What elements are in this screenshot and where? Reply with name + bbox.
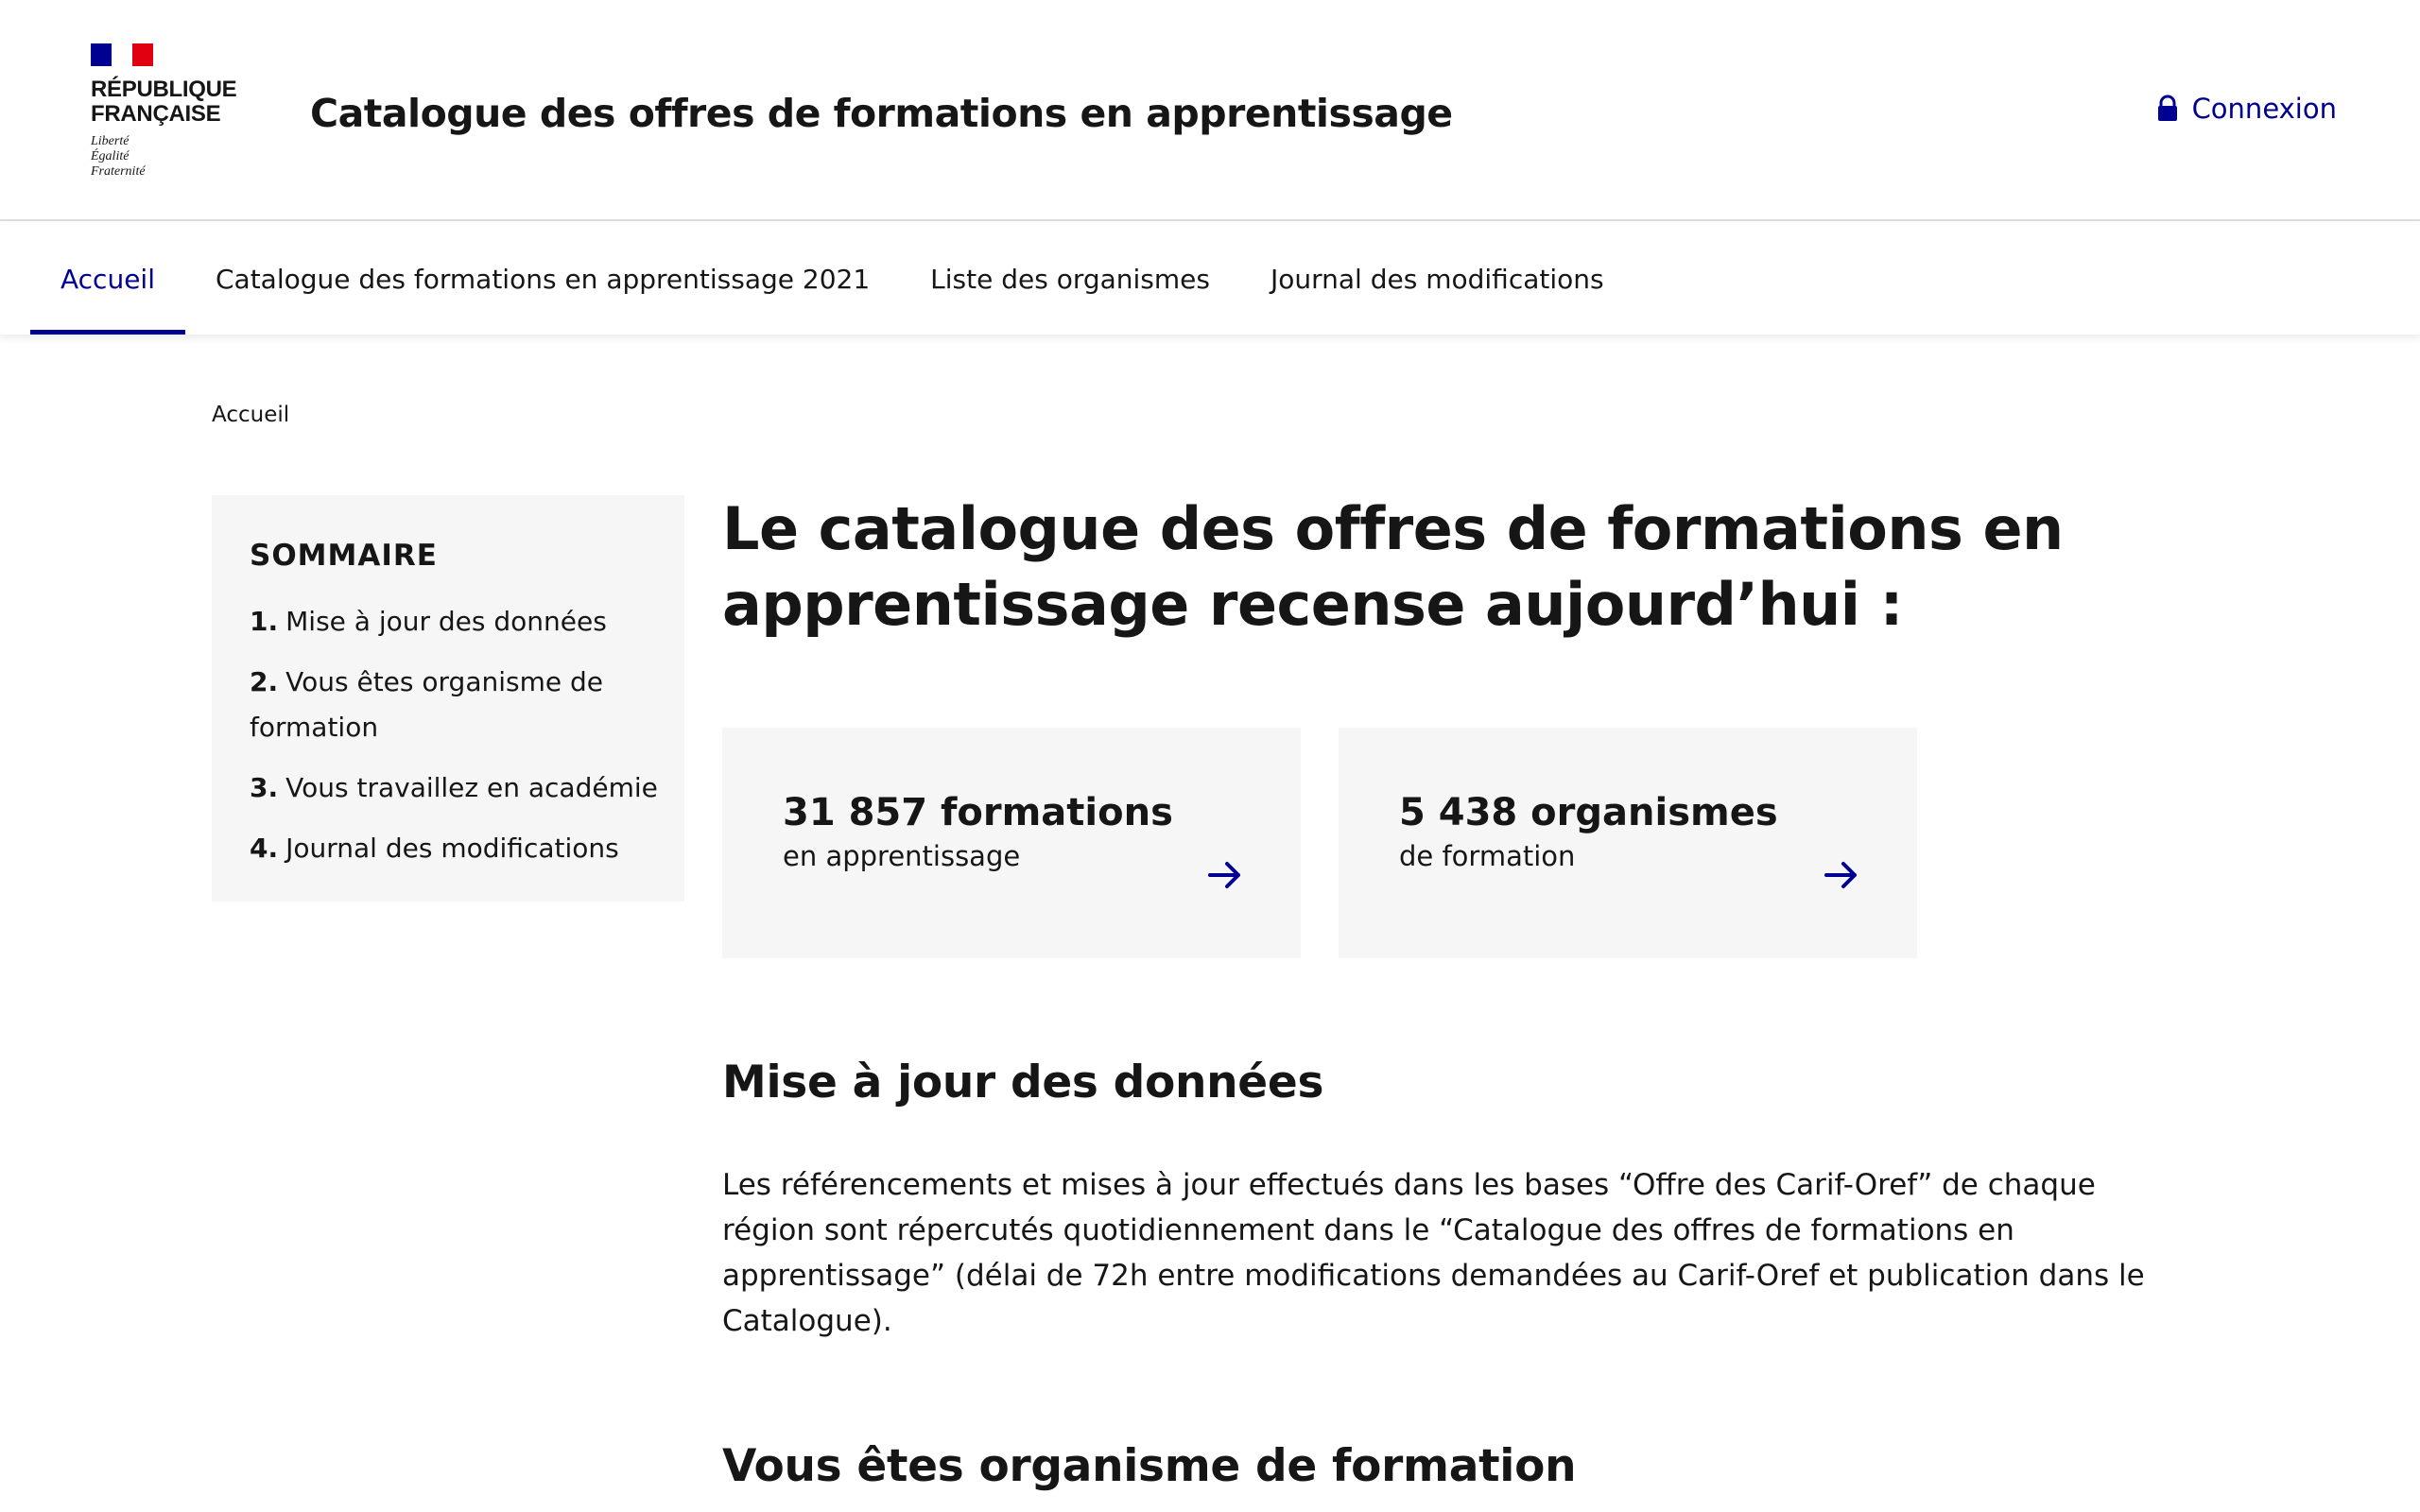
sommaire-item-number: 3.	[250, 772, 279, 803]
sommaire-item-mise-a-jour[interactable]: 1. Mise à jour des données	[250, 599, 662, 644]
section-title-organisme: Vous êtes organisme de formation	[722, 1440, 1577, 1492]
logo-text-line2: FRANÇAISE	[91, 101, 221, 127]
organismes-count: 5 438 organismes	[1399, 791, 1778, 834]
sommaire-item-organisme[interactable]: 2. Vous êtes organisme de formation	[234, 660, 662, 750]
stats-cards: 31 857 formations en apprentissage 5 438…	[722, 728, 2197, 958]
main-nav: Accueil Catalogue des formations en appr…	[0, 223, 2420, 335]
organismes-card[interactable]: 5 438 organismes de formation	[1339, 728, 1917, 958]
logo-text-line1: RÉPUBLIQUE	[91, 77, 237, 102]
login-button[interactable]: Connexion	[2156, 93, 2337, 125]
marianne-flag-icon	[91, 43, 153, 66]
nav-item-accueil[interactable]: Accueil	[30, 223, 185, 335]
sommaire-item-academie[interactable]: 3. Vous travaillez en académie	[250, 765, 662, 811]
page-title-line1: Le catalogue des offres de formations en	[722, 494, 2064, 563]
page-title-line2: apprentissage recense aujourd’hui :	[722, 570, 1903, 639]
motto-line3: Fraternité	[91, 164, 146, 179]
sommaire-item-label: Mise à jour des données	[285, 606, 607, 637]
sommaire-title: SOMMAIRE	[250, 539, 438, 573]
arrow-right-icon	[1208, 862, 1240, 888]
sommaire-item-number: 2.	[250, 666, 279, 697]
formations-card[interactable]: 31 857 formations en apprentissage	[722, 728, 1301, 958]
sommaire-item-number: 1.	[250, 606, 279, 637]
lock-icon	[2157, 94, 2177, 121]
formations-count: 31 857 formations	[783, 791, 1173, 834]
motto-line1: Liberté	[91, 134, 130, 148]
login-label: Connexion	[2191, 93, 2337, 125]
sommaire-item-label: Vous êtes organisme de formation	[250, 666, 603, 743]
nav-item-catalogue-2021[interactable]: Catalogue des formations en apprentissag…	[185, 223, 900, 335]
republique-francaise-logo[interactable]: RÉPUBLIQUE FRANÇAISE Liberté Égalité Fra…	[91, 43, 242, 180]
nav-item-organismes[interactable]: Liste des organismes	[900, 223, 1240, 335]
sommaire-item-number: 4.	[250, 833, 279, 864]
page-title: Le catalogue des offres de formations en…	[722, 491, 2197, 643]
arrow-right-icon	[1824, 862, 1857, 888]
sommaire-list: 1. Mise à jour des données 2. Vous êtes or…	[250, 599, 662, 871]
site-title[interactable]: Catalogue des offres de formations en ap…	[310, 87, 1453, 140]
section-text-mise-a-jour: Les référencements et mises à jour effec…	[722, 1168, 2145, 1338]
sommaire-item-label: Journal des modifications	[285, 833, 619, 864]
motto: Liberté Égalité Fraternité	[91, 134, 242, 180]
sommaire-item-journal[interactable]: 4. Journal des modifications	[250, 826, 662, 871]
sommaire-panel: SOMMAIRE 1. Mise à jour des données 2. Vou…	[212, 495, 684, 902]
breadcrumb: Accueil	[212, 403, 290, 427]
sommaire-item-label: Vous travaillez en académie	[285, 772, 658, 803]
motto-line2: Égalité	[91, 149, 130, 163]
main-content: Le catalogue des offres de formations en…	[722, 491, 2197, 1497]
nav-item-journal[interactable]: Journal des modifications	[1240, 223, 1634, 335]
site-header: RÉPUBLIQUE FRANÇAISE Liberté Égalité Fra…	[0, 0, 2420, 221]
section-title-mise-a-jour: Mise à jour des données	[722, 1057, 1324, 1108]
